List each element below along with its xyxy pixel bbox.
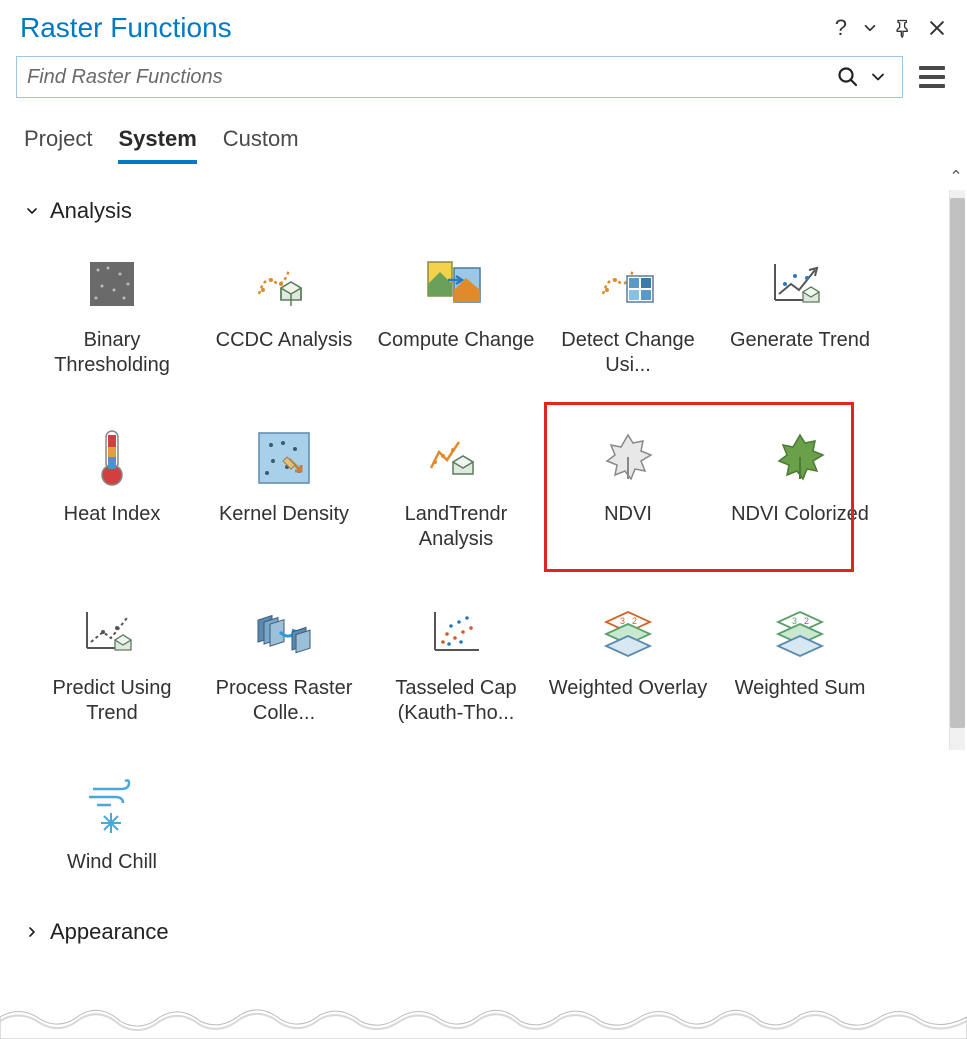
func-generate-trend[interactable]: Generate Trend xyxy=(718,244,882,384)
search-input[interactable] xyxy=(27,57,832,97)
func-landtrendr-analysis[interactable]: LandTrendr Analysis xyxy=(374,418,538,558)
func-label: Weighted Sum xyxy=(735,676,866,701)
category-appearance-header[interactable]: Appearance xyxy=(24,919,943,945)
search-box[interactable] xyxy=(16,56,903,98)
func-compute-change[interactable]: Compute Change xyxy=(374,244,538,384)
ndvi-icon xyxy=(594,424,662,492)
help-icon[interactable]: ? xyxy=(835,15,847,41)
category-appearance-label: Appearance xyxy=(50,919,169,945)
func-predict-using-trend[interactable]: Predict Using Trend xyxy=(30,592,194,732)
func-kernel-density[interactable]: Kernel Density xyxy=(202,418,366,558)
compute-change-icon xyxy=(422,250,490,318)
wind-chill-icon xyxy=(78,772,146,840)
tasseled-cap-icon xyxy=(422,598,490,666)
func-weighted-sum[interactable]: 32 Weighted Sum xyxy=(718,592,882,732)
func-label: NDVI Colorized xyxy=(731,502,869,527)
close-icon[interactable] xyxy=(927,18,947,38)
kernel-density-icon xyxy=(250,424,318,492)
title-icons: ? xyxy=(835,15,947,41)
func-label: Detect Change Usi... xyxy=(548,328,708,378)
svg-text:2: 2 xyxy=(804,616,809,626)
torn-edge xyxy=(0,1003,967,1039)
func-label: CCDC Analysis xyxy=(216,328,353,353)
search-icon[interactable] xyxy=(832,65,864,89)
func-label: Process Raster Colle... xyxy=(204,676,364,726)
func-label: Heat Index xyxy=(64,502,161,527)
options-dropdown-icon[interactable] xyxy=(861,19,879,37)
chevron-right-icon xyxy=(24,924,40,940)
svg-text:3: 3 xyxy=(792,616,797,626)
weighted-overlay-icon: 32 xyxy=(594,598,662,666)
panel-title: Raster Functions xyxy=(20,12,232,44)
func-ndvi[interactable]: NDVI xyxy=(546,418,710,558)
func-label: Predict Using Trend xyxy=(32,676,192,726)
svg-text:2: 2 xyxy=(632,616,637,626)
func-label: LandTrendr Analysis xyxy=(376,502,536,552)
analysis-grid: Binary Thresholding CCDC Analysis Comput… xyxy=(24,244,943,881)
ndvi-colorized-icon xyxy=(766,424,834,492)
tab-project[interactable]: Project xyxy=(24,126,92,164)
detect-change-icon xyxy=(594,250,662,318)
func-label: Binary Thresholding xyxy=(32,328,192,378)
func-tasseled-cap[interactable]: Tasseled Cap (Kauth-Tho... xyxy=(374,592,538,732)
tab-system[interactable]: System xyxy=(118,126,196,164)
generate-trend-icon xyxy=(766,250,834,318)
pin-icon[interactable] xyxy=(893,18,913,38)
func-process-raster-collection[interactable]: Process Raster Colle... xyxy=(202,592,366,732)
func-label: Wind Chill xyxy=(67,850,157,875)
func-label: NDVI xyxy=(604,502,652,527)
ccdc-analysis-icon xyxy=(250,250,318,318)
title-bar: Raster Functions ? xyxy=(0,0,967,52)
category-analysis-label: Analysis xyxy=(50,198,132,224)
svg-text:3: 3 xyxy=(620,616,625,626)
func-binary-thresholding[interactable]: Binary Thresholding xyxy=(30,244,194,384)
binary-thresholding-icon xyxy=(78,250,146,318)
func-label: Generate Trend xyxy=(730,328,870,353)
func-label: Compute Change xyxy=(378,328,535,353)
tabs: Project System Custom xyxy=(0,108,967,164)
func-heat-index[interactable]: Heat Index xyxy=(30,418,194,558)
weighted-sum-icon: 32 xyxy=(766,598,834,666)
raster-functions-panel: Raster Functions ? xyxy=(0,0,967,1039)
scrollbar[interactable] xyxy=(949,190,965,750)
func-ccdc-analysis[interactable]: CCDC Analysis xyxy=(202,244,366,384)
tab-custom[interactable]: Custom xyxy=(223,126,299,164)
process-raster-icon xyxy=(250,598,318,666)
func-label: Kernel Density xyxy=(219,502,349,527)
landtrendr-icon xyxy=(422,424,490,492)
scroll-up-icon[interactable] xyxy=(950,166,965,178)
search-dropdown-icon[interactable] xyxy=(864,67,892,87)
func-ndvi-colorized[interactable]: NDVI Colorized xyxy=(718,418,882,558)
scrollbar-thumb[interactable] xyxy=(950,198,965,728)
content-area: Analysis Binary Thresholding CCDC Analys… xyxy=(0,164,967,1033)
func-detect-change[interactable]: Detect Change Usi... xyxy=(546,244,710,384)
func-weighted-overlay[interactable]: 32 Weighted Overlay xyxy=(546,592,710,732)
func-label: Weighted Overlay xyxy=(549,676,708,701)
search-row xyxy=(0,52,967,108)
chevron-down-icon xyxy=(24,203,40,219)
heat-index-icon xyxy=(78,424,146,492)
func-label: Tasseled Cap (Kauth-Tho... xyxy=(376,676,536,726)
category-analysis-header[interactable]: Analysis xyxy=(24,198,943,224)
func-wind-chill[interactable]: Wind Chill xyxy=(30,766,194,881)
predict-trend-icon xyxy=(78,598,146,666)
menu-icon[interactable] xyxy=(917,62,947,92)
